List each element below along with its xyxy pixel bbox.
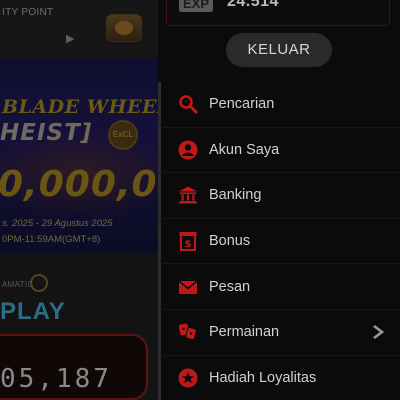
games-icon [177, 321, 199, 343]
logout-button[interactable]: KELUAR [226, 33, 332, 67]
menu-item-label: Akun Saya [209, 141, 280, 158]
bonus-icon: $ [177, 230, 199, 252]
promo-banner[interactable]: BLADE WHEEL HEIST] ExCL 0,000,000 s. 202… [0, 58, 160, 254]
loyalty-badge-icon [106, 14, 142, 42]
banner-time: 0PM-11:59AM(GMT+8) [2, 234, 101, 245]
account-icon [177, 139, 199, 161]
menu-item-hadiah-loyalitas[interactable]: Hadiah Loyalitas [158, 355, 400, 400]
exp-tag: EXP [179, 0, 213, 12]
menu-item-permainan[interactable]: Permainan [158, 309, 400, 356]
background-page: ITY POINT ▶ BLADE WHEEL HEIST] ExCL 0,00… [0, 0, 160, 400]
menu-item-pesan[interactable]: Pesan [158, 264, 400, 310]
provider-name: PLAY [0, 298, 66, 325]
banner-title-line2: HEIST] [0, 120, 93, 146]
exp-value: 24.514 [227, 0, 279, 10]
menu-item-banking[interactable]: Banking [158, 173, 400, 219]
provider-section[interactable]: AMATIC PLAY [0, 254, 160, 334]
chevron-right-icon: ▶ [66, 33, 75, 45]
bank-icon [177, 184, 199, 206]
menu-item-label: Banking [209, 187, 262, 204]
menu-item-label: Pesan [209, 278, 251, 295]
exp-display: EXP 24.514 [166, 0, 390, 26]
menu-item-label: Bonus [209, 233, 251, 250]
banner-logo: ExCL [108, 120, 138, 150]
menu-item-bonus[interactable]: $ Bonus [158, 218, 400, 265]
menu-item-label: Pencarian [209, 96, 275, 113]
loyalty-point-label: ITY POINT [2, 7, 54, 18]
provider-small-label: AMATIC [2, 280, 34, 289]
menu-item-pencarian[interactable]: Pencarian [158, 82, 400, 128]
loyalty-star-icon [177, 367, 199, 389]
loyalty-point-row[interactable]: ITY POINT ▶ [0, 0, 160, 58]
mail-icon [177, 276, 199, 298]
banner-prize-amount: 0,000,000 [0, 164, 160, 205]
menu-item-akun-saya[interactable]: Akun Saya [158, 127, 400, 174]
chevron-right-icon[interactable] [372, 325, 384, 340]
side-menu-list: Pencarian Akun Saya Banking $ Bonus Pesa… [158, 82, 400, 400]
menu-item-label: Permainan [209, 324, 280, 341]
jackpot-counter: 05,187 [0, 334, 160, 400]
jackpot-value: 05,187 [0, 364, 112, 394]
banner-title-line1: BLADE WHEEL [2, 96, 160, 118]
banner-dates: s. 2025 - 29 Agustus 2025 [2, 218, 113, 229]
side-menu-panel: EXP 24.514 KELUAR Pencarian Akun Saya Ba… [158, 0, 400, 400]
svg-text:$: $ [185, 239, 192, 250]
search-icon [177, 93, 199, 115]
menu-item-label: Hadiah Loyalitas [209, 369, 317, 386]
